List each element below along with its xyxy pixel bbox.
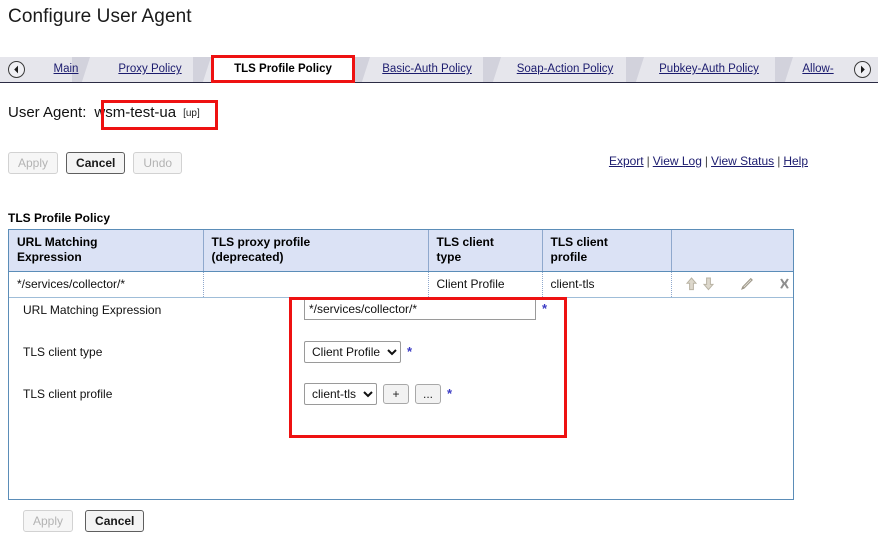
form-apply-button[interactable]: Apply <box>23 510 74 532</box>
move-up-icon[interactable] <box>684 275 700 293</box>
tls-profile-policy-table: URL Matching Expression TLS proxy profil… <box>9 230 793 298</box>
header-line: profile <box>550 250 588 264</box>
help-link[interactable]: Help <box>783 154 808 168</box>
form-row-tls-client-type: TLS client type Client Profile * <box>9 334 793 376</box>
label-tls-client-type: TLS client type <box>23 345 103 359</box>
utility-links: Export | View Log | View Status | Help <box>609 154 808 168</box>
column-header-url-matching-expression: URL Matching Expression <box>9 230 204 272</box>
view-log-link[interactable]: View Log <box>653 154 702 168</box>
required-marker: * <box>447 386 453 401</box>
add-tls-client-profile-button[interactable]: + <box>383 384 409 404</box>
tab-main[interactable]: Main <box>36 57 96 82</box>
user-agent-line: User Agent: wsm-test-ua [up] <box>8 104 200 121</box>
tab-soap-action-policy[interactable]: Soap-Action Policy <box>502 57 628 82</box>
edit-icon[interactable] <box>738 275 754 293</box>
user-agent-label: User Agent: <box>8 104 87 121</box>
form-row-tls-client-profile: TLS client profile client-tls + ... * <box>9 376 793 418</box>
column-header-tls-client-type: TLS client type <box>428 230 543 272</box>
page-title: Configure User Agent <box>8 6 192 27</box>
tab-strip: Main Proxy Policy TLS Profile Policy Bas… <box>0 57 878 83</box>
header-line: type <box>436 250 462 264</box>
header-line: TLS proxy profile <box>211 235 311 249</box>
cancel-button[interactable]: Cancel <box>66 152 126 174</box>
tls-profile-policy-panel: URL Matching Expression TLS proxy profil… <box>8 229 794 532</box>
delete-icon[interactable] <box>777 275 793 293</box>
tab-basic-auth-policy[interactable]: Basic-Auth Policy <box>367 57 487 82</box>
column-header-tls-proxy-profile: TLS proxy profile (deprecated) <box>203 230 429 272</box>
user-agent-up-link[interactable]: [up] <box>183 108 200 119</box>
header-line: (deprecated) <box>211 250 284 264</box>
export-link[interactable]: Export <box>609 154 644 168</box>
column-header-actions <box>671 230 793 272</box>
view-status-link[interactable]: View Status <box>711 154 774 168</box>
tab-tls-profile-policy[interactable]: TLS Profile Policy <box>213 57 353 82</box>
move-down-icon[interactable] <box>700 275 716 293</box>
link-separator: | <box>646 154 650 168</box>
column-header-tls-client-profile: TLS client profile <box>542 230 672 272</box>
user-agent-name: wsm-test-ua <box>94 104 177 121</box>
label-url-matching-expression: URL Matching Expression <box>23 303 162 317</box>
form-cancel-button[interactable]: Cancel <box>85 510 145 532</box>
tab-allow-policy[interactable]: Allow- <box>796 57 840 82</box>
more-tls-client-profile-button[interactable]: ... <box>415 384 441 404</box>
tabs-scroll-right-button[interactable] <box>854 61 871 78</box>
header-line: URL Matching <box>17 235 98 249</box>
required-marker: * <box>542 301 548 316</box>
form-action-buttons: Apply Cancel <box>23 510 145 532</box>
form-row-url-matching-expression: URL Matching Expression * <box>9 292 793 334</box>
label-tls-client-profile: TLS client profile <box>23 387 113 401</box>
link-separator: | <box>777 154 781 168</box>
tab-separator <box>775 57 793 82</box>
main-toolbar: Apply Cancel Undo <box>8 152 183 174</box>
apply-button[interactable]: Apply <box>8 152 59 174</box>
table-header-row: URL Matching Expression TLS proxy profil… <box>9 230 793 272</box>
tab-proxy-policy[interactable]: Proxy Policy <box>100 57 200 82</box>
tab-separator <box>626 57 644 82</box>
section-heading: TLS Profile Policy <box>8 211 111 225</box>
tabs-scroll-left-button[interactable] <box>8 61 25 78</box>
header-line: TLS client <box>436 235 494 249</box>
required-marker: * <box>407 344 413 359</box>
header-line: TLS client <box>550 235 608 249</box>
tls-client-type-select[interactable]: Client Profile <box>304 341 401 363</box>
tls-profile-policy-edit-form: URL Matching Expression * TLS client typ… <box>9 292 793 532</box>
url-matching-expression-input[interactable] <box>304 298 536 320</box>
header-line: Expression <box>17 250 82 264</box>
tls-client-profile-select[interactable]: client-tls <box>304 383 377 405</box>
tab-pubkey-auth-policy[interactable]: Pubkey-Auth Policy <box>645 57 773 82</box>
undo-button[interactable]: Undo <box>133 152 183 174</box>
link-separator: | <box>704 154 709 168</box>
